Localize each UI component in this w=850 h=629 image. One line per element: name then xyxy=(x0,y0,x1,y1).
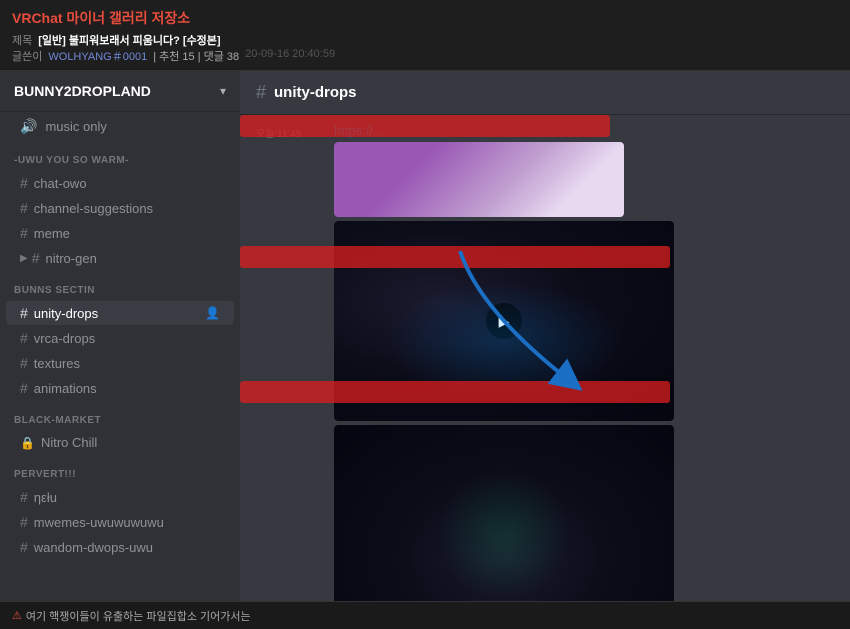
play-button[interactable]: ▶ xyxy=(486,303,522,339)
vrchat-screenshot-3 xyxy=(334,425,674,620)
bottom-bar: ⚠ 여기 핵쟁이들이 유출하는 파일집합소 기어가서는 xyxy=(0,601,850,629)
hash-icon: # xyxy=(20,380,28,396)
sidebar-channels: 🔊 music only -UWU YOU SO WARM- # chat-ow… xyxy=(0,112,240,620)
main-layout: BUNNY2DROPLAND ▾ 🔊 music only -UWU YOU S… xyxy=(0,71,850,620)
bottom-bar-text: 여기 핵쟁이들이 유출하는 파일집합소 기어가서는 xyxy=(26,608,251,624)
hash-icon: # xyxy=(20,225,28,241)
voice-channel-label: music only xyxy=(45,119,106,134)
channel-vrca-drops[interactable]: # vrca-drops xyxy=(6,326,234,350)
author-meta: 글쓴이 WOLHYANG＃0001 | 추천 15 | 댓글 38 20-09-… xyxy=(12,48,838,64)
message-row: 오늘 11:49 https://... ▶ xyxy=(256,123,834,620)
channel-channel-suggestions[interactable]: # channel-suggestions xyxy=(6,196,234,220)
speaker-icon: 🔊 xyxy=(20,118,37,135)
channel-textures[interactable]: # textures xyxy=(6,351,234,375)
messages-area[interactable]: 오늘 11:49 https://... ▶ xyxy=(240,115,850,620)
lock-icon: 🔒 xyxy=(20,436,35,450)
page-title: VRChat 마이너 갤러리 저장소 xyxy=(12,8,838,28)
channel-header-name: unity-drops xyxy=(274,84,357,101)
category-pervert: PERVERT!!! xyxy=(0,455,240,484)
channel-header: # unity-drops xyxy=(240,71,850,115)
vrchat-screenshot-1 xyxy=(334,142,624,217)
channel-chat-owo[interactable]: # chat-owo xyxy=(6,171,234,195)
category-label: BLACK-MARKET xyxy=(14,415,101,426)
server-name: BUNNY2DROPLAND xyxy=(14,83,151,99)
top-bar: VRChat 마이너 갤러리 저장소 제목 [일반] 불피워보래서 피움니다? … xyxy=(0,0,850,71)
category-black-market: BLACK-MARKET xyxy=(0,401,240,430)
channel-nitro-chill[interactable]: 🔒 Nitro Chill xyxy=(6,431,234,454)
hash-icon: # xyxy=(20,514,28,530)
content-area: # unity-drops 오늘 11:49 https://... xyxy=(240,71,850,620)
hash-icon: # xyxy=(20,200,28,216)
embed-image-2: ▶ xyxy=(334,221,674,421)
channel-header-hash-icon: # xyxy=(256,82,266,103)
hash-icon: # xyxy=(20,489,28,505)
post-meta: 제목 [일반] 불피워보래서 피움니다? [수정본] xyxy=(12,32,838,48)
hash-icon: # xyxy=(20,305,28,321)
channel-wandom[interactable]: # wandom-dwops-uwu xyxy=(6,535,234,559)
chevron-down-icon: ▾ xyxy=(220,84,226,98)
category-label: BUNNS SECTIN xyxy=(14,285,95,296)
channel-unity-drops[interactable]: # unity-drops 👤 xyxy=(6,301,234,325)
category-uwu: -UWU YOU SO WARM- xyxy=(0,141,240,170)
voice-channel-music-only[interactable]: 🔊 music only xyxy=(6,114,234,139)
link-text[interactable]: https://... xyxy=(334,123,384,138)
vrchat-screenshot-2: ▶ xyxy=(334,221,674,421)
channel-nitro-gen[interactable]: # nitro-gen xyxy=(6,246,234,270)
hash-icon: # xyxy=(20,355,28,371)
warning-icon: ⚠ xyxy=(12,609,22,622)
channel-nelu[interactable]: # ηεłu xyxy=(6,485,234,509)
hash-icon: # xyxy=(20,330,28,346)
sidebar: BUNNY2DROPLAND ▾ 🔊 music only -UWU YOU S… xyxy=(0,71,240,620)
category-bunns: BUNNS SECTIN xyxy=(0,271,240,300)
category-label: PERVERT!!! xyxy=(14,469,76,480)
hash-icon: # xyxy=(20,539,28,555)
embed-images: ▶ xyxy=(334,142,674,620)
add-member-icon: 👤 xyxy=(205,306,220,320)
embed-image-1 xyxy=(334,142,674,217)
hash-icon: # xyxy=(32,250,40,266)
message-content: https://... ▶ xyxy=(334,123,674,620)
message-timestamp: 오늘 11:49 xyxy=(256,123,326,620)
channel-mwemes[interactable]: # mwemes-uwuwuwuwu xyxy=(6,510,234,534)
channel-animations[interactable]: # animations xyxy=(6,376,234,400)
category-label: -UWU YOU SO WARM- xyxy=(14,155,129,166)
hash-icon: # xyxy=(20,175,28,191)
embed-image-3 xyxy=(334,425,674,620)
server-header[interactable]: BUNNY2DROPLAND ▾ xyxy=(0,71,240,112)
channel-meme[interactable]: # meme xyxy=(6,221,234,245)
